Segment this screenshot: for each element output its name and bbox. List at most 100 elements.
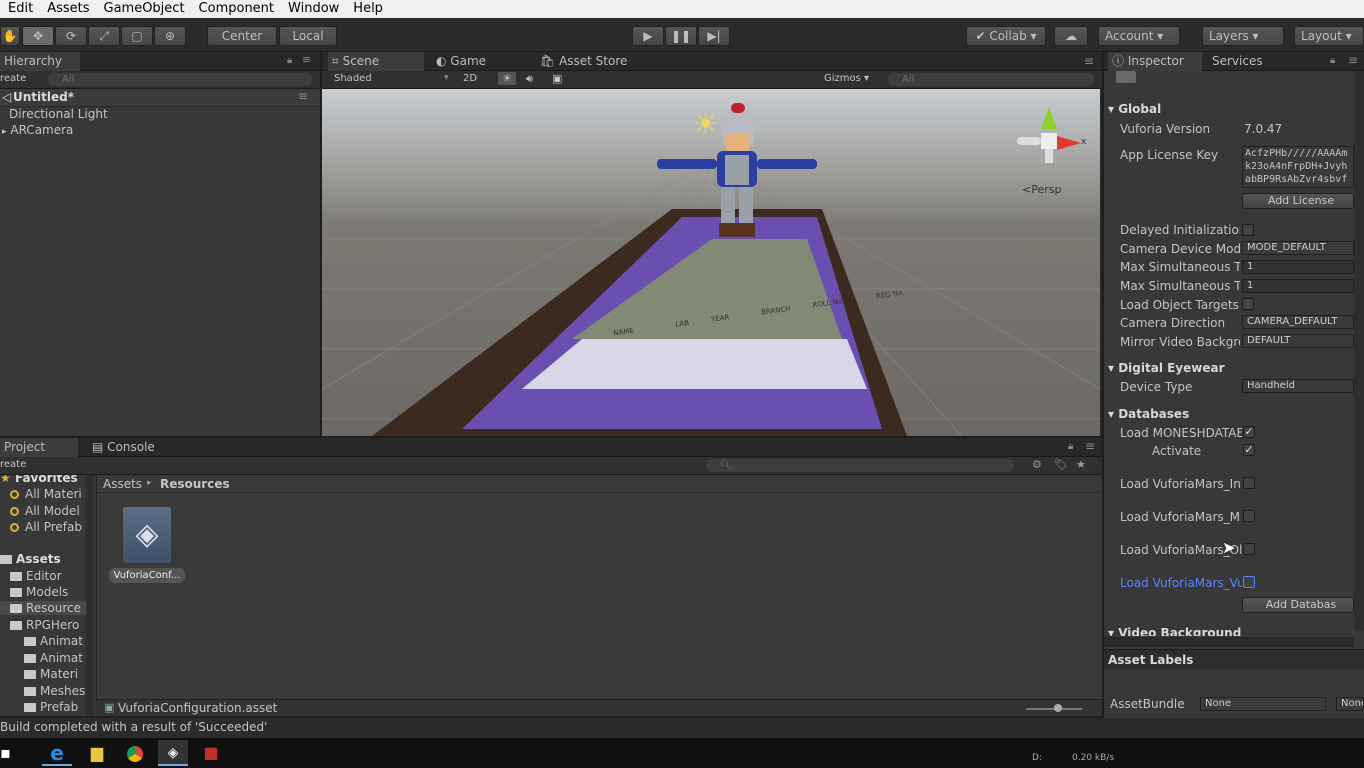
video-background-section-header[interactable]: ▾ Video Background	[1108, 626, 1241, 636]
breadcrumb-current[interactable]: Resources	[160, 477, 230, 491]
assets-tree-header[interactable]: Assets	[0, 552, 61, 566]
tab-game[interactable]: ◐ Game	[432, 52, 528, 71]
menu-gameobject[interactable]: GameObject	[98, 0, 193, 18]
hierarchy-search-input[interactable]: All	[48, 73, 312, 86]
inspector-menu-icon[interactable]: ≡	[1348, 53, 1358, 67]
projection-label[interactable]: <Persp	[1022, 183, 1061, 196]
2d-toggle[interactable]: 2D	[463, 73, 477, 84]
tree-scrollbar[interactable]	[86, 475, 94, 716]
mirror-video-dropdown[interactable]: DEFAULT	[1242, 334, 1354, 348]
menu-assets[interactable]: Assets	[41, 0, 97, 18]
favorite-star-icon[interactable]: ★	[1076, 458, 1086, 471]
recorder-app-icon[interactable]: ■	[196, 740, 226, 766]
tree-folder[interactable]: Models	[10, 585, 68, 599]
delayed-init-checkbox[interactable]	[1242, 224, 1254, 236]
scale-tool-icon[interactable]: ⤢	[88, 26, 120, 46]
pivot-local-button[interactable]: Local	[279, 26, 337, 46]
tree-folder-selected[interactable]: Resource	[0, 601, 86, 615]
menu-window[interactable]: Window	[282, 0, 347, 18]
camera-direction-dropdown[interactable]: CAMERA_DEFAULT	[1242, 315, 1354, 329]
device-type-dropdown[interactable]: Handheld	[1242, 379, 1354, 393]
play-button[interactable]: ▶	[632, 26, 664, 46]
scene-panel-menu-icon[interactable]: ≡	[1084, 54, 1094, 68]
step-button[interactable]: ▶|	[698, 26, 730, 46]
favorite-item[interactable]: All Prefab	[10, 520, 82, 534]
create-dropdown[interactable]: reate	[0, 73, 26, 84]
db-load-checkbox[interactable]	[1243, 510, 1255, 522]
tab-inspector[interactable]: ⓘ Inspector	[1108, 52, 1202, 71]
orientation-gizmo[interactable]: x	[1017, 99, 1087, 169]
panel-menu-icon[interactable]: ≡	[302, 53, 311, 66]
menu-component[interactable]: Component	[193, 0, 282, 18]
transform-tool-icon[interactable]: ⊕	[154, 26, 186, 46]
tree-folder[interactable]: Editor	[10, 569, 62, 583]
icon-size-slider-handle[interactable]	[1054, 704, 1062, 712]
db-load-checkbox[interactable]	[1243, 477, 1255, 489]
max-targets-input[interactable]: 1	[1242, 260, 1354, 274]
collab-dropdown[interactable]: ✔ Collab ▾	[966, 26, 1046, 46]
filter-label-icon[interactable]: 🏷︎	[1054, 458, 1068, 471]
project-menu-icon[interactable]: ≡	[1085, 439, 1095, 453]
global-section-header[interactable]: ▾ Global	[1108, 102, 1161, 116]
db-load-checkbox[interactable]	[1243, 576, 1255, 588]
account-dropdown[interactable]: Account ▾	[1098, 26, 1180, 46]
hierarchy-item-arcamera[interactable]: ▸ ARCamera	[2, 123, 73, 137]
tree-subfolder[interactable]: Meshes	[24, 684, 85, 698]
inspector-lock-icon[interactable]: 🔒︎	[1330, 55, 1335, 66]
digital-eyewear-section-header[interactable]: ▾ Digital Eyewear	[1108, 361, 1225, 375]
file-explorer-icon[interactable]: ▆	[82, 740, 112, 766]
shading-mode-dropdown[interactable]: Shaded	[334, 73, 372, 84]
add-license-button[interactable]: Add License	[1242, 193, 1354, 209]
scene-menu-icon[interactable]: ≡	[298, 89, 308, 103]
unity-taskbar-icon[interactable]: ◈	[158, 740, 188, 766]
tab-scene[interactable]: ⌗ Scene	[328, 52, 424, 71]
scene-row[interactable]: ◁ Untitled* ≡	[0, 89, 320, 107]
unity-asset-icon[interactable]: ◈	[123, 507, 171, 563]
databases-section-header[interactable]: ▾ Databases	[1108, 407, 1189, 421]
tree-subfolder[interactable]: Materi	[24, 667, 78, 681]
pivot-center-button[interactable]: Center	[207, 26, 277, 46]
max-targets-input[interactable]: 1	[1242, 279, 1354, 293]
rotate-tool-icon[interactable]: ⟳	[55, 26, 87, 46]
breadcrumb-root[interactable]: Assets	[103, 477, 142, 491]
favorites-header[interactable]: ★ Favorites	[0, 475, 78, 485]
db-load-checkbox[interactable]	[1243, 543, 1255, 555]
menu-help[interactable]: Help	[347, 0, 391, 18]
tab-services[interactable]: Services	[1208, 52, 1278, 71]
gizmos-dropdown[interactable]: Gizmos ▾	[824, 73, 869, 84]
layout-dropdown[interactable]: Layout ▾	[1294, 26, 1364, 46]
filter-type-icon[interactable]: ⚙	[1032, 458, 1042, 471]
lighting-toggle-icon[interactable]: ☀	[498, 72, 516, 85]
asset-bundle-variant-dropdown[interactable]: None	[1336, 697, 1364, 711]
rect-tool-icon[interactable]: ▢	[121, 26, 153, 46]
windows-start-icon[interactable]: ▪	[0, 743, 11, 762]
license-key-textarea[interactable]: AcfzPHb/////AAAAm k23oA4nFrpDH+Jvyh abBP…	[1242, 146, 1354, 188]
favorite-item[interactable]: All Materi	[10, 487, 82, 501]
inspector-scrollbar[interactable]	[1354, 71, 1364, 631]
scene-viewport[interactable]: NAME LAB YEAR BRANCH ROLL No. REG No. ☀	[322, 89, 1100, 436]
favorite-item[interactable]: All Model	[10, 504, 80, 518]
tab-console[interactable]: ▤ Console	[88, 438, 178, 457]
effects-toggle-icon[interactable]: ▣	[552, 72, 562, 85]
move-tool-icon[interactable]: ✥	[22, 26, 54, 46]
chrome-icon[interactable]	[120, 740, 150, 766]
tree-subfolder[interactable]: Animat	[24, 634, 83, 648]
activate-checkbox[interactable]: ✓	[1243, 444, 1255, 456]
status-message[interactable]: Build completed with a result of 'Succee…	[0, 720, 267, 734]
lock-icon[interactable]: 🔒︎	[287, 55, 292, 66]
load-object-targets-checkbox[interactable]	[1242, 298, 1254, 310]
db-load-checkbox[interactable]: ✓	[1243, 426, 1255, 438]
tree-folder[interactable]: RPGHero	[10, 618, 79, 632]
tree-subfolder[interactable]: Animat	[24, 651, 83, 665]
tree-subfolder[interactable]: Prefab	[24, 700, 78, 714]
tab-asset-store[interactable]: 🛍︎ Asset Store	[536, 52, 646, 71]
edge-browser-icon[interactable]: e	[42, 740, 72, 766]
audio-toggle-icon[interactable]: 🔊︎	[526, 72, 533, 86]
asset-bundle-dropdown[interactable]: None	[1200, 697, 1326, 711]
asset-name-label[interactable]: VuforiaConf...	[109, 568, 185, 583]
camera-device-mode-dropdown[interactable]: MODE_DEFAULT	[1242, 241, 1354, 255]
tab-project[interactable]: Project	[0, 438, 78, 457]
hand-tool-icon[interactable]: ✋	[0, 26, 20, 46]
cloud-icon[interactable]: ☁	[1054, 26, 1088, 46]
project-search-input[interactable]: 🔍︎	[706, 459, 1014, 472]
